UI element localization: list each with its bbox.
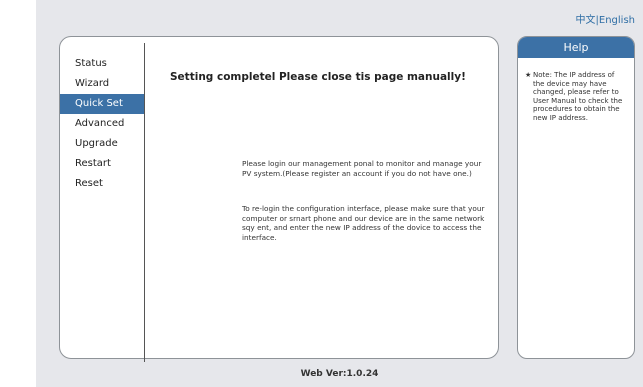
help-note: ★ Note: The IP address of the device may… bbox=[518, 58, 634, 123]
page-title: Setting completel Please close tis page … bbox=[170, 71, 466, 83]
help-panel: Help ★ Note: The IP address of the devic… bbox=[517, 36, 635, 359]
help-note-text: Note: The IP address of the device may h… bbox=[533, 71, 623, 122]
portal-message: Please login our management ponal to mon… bbox=[242, 159, 482, 178]
sidebar-item-quick-set[interactable]: Quick Set bbox=[60, 94, 144, 114]
sidebar-divider bbox=[144, 43, 145, 362]
sidebar-nav: Status Wizard Quick Set Advanced Upgrade… bbox=[60, 54, 144, 194]
web-version: Web Ver:1.0.24 bbox=[300, 369, 379, 379]
sidebar-item-restart[interactable]: Restart bbox=[60, 154, 144, 174]
sidebar-item-advanced[interactable]: Advanced bbox=[60, 114, 144, 134]
star-bullet-icon: ★ bbox=[525, 71, 532, 79]
sidebar-item-upgrade[interactable]: Upgrade bbox=[60, 134, 144, 154]
language-english-link[interactable]: English bbox=[599, 15, 635, 26]
relogin-message: To re-login the configuration interface,… bbox=[242, 204, 485, 242]
sidebar-item-reset[interactable]: Reset bbox=[60, 174, 144, 194]
sidebar-item-status[interactable]: Status bbox=[60, 54, 144, 74]
main-panel: Status Wizard Quick Set Advanced Upgrade… bbox=[59, 36, 499, 362]
language-switcher: 中文|English bbox=[576, 11, 635, 26]
language-chinese-link[interactable]: 中文 bbox=[576, 15, 596, 26]
sidebar-item-wizard[interactable]: Wizard bbox=[60, 74, 144, 94]
help-title: Help bbox=[518, 37, 634, 58]
